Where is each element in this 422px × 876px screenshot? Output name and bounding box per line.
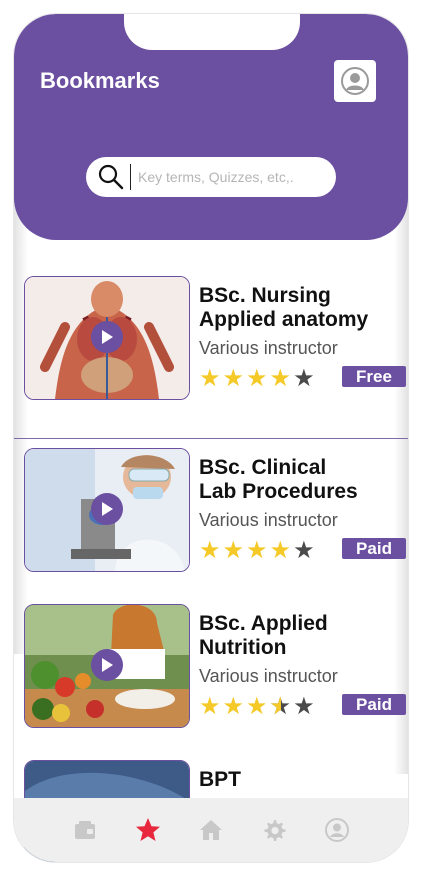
course-card[interactable]: BSc. Nursing Applied anatomy Various ins… <box>14 276 408 402</box>
device-notch <box>124 14 300 50</box>
course-title[interactable]: BSc. Nursing Applied anatomy <box>199 284 405 332</box>
course-instructor: Various instructor <box>199 510 338 530</box>
rating-stars: ★★★★★ <box>199 536 317 565</box>
rating-stars: ★★★★★ <box>199 364 317 393</box>
bookmark-list: BSc. Nursing Applied anatomy Various ins… <box>14 240 408 862</box>
star-filled-icon: ★ <box>199 693 223 720</box>
star-filled-icon: ★ <box>222 537 247 564</box>
price-badge: Free <box>342 366 406 387</box>
page-title: Bookmarks <box>40 68 160 93</box>
nav-settings[interactable] <box>260 816 288 844</box>
course-title[interactable]: BPT <box>199 768 405 792</box>
play-button[interactable] <box>91 493 123 525</box>
play-icon <box>102 658 113 672</box>
star-icon <box>136 818 161 841</box>
rating-stars: ★★★★★ <box>199 692 317 721</box>
course-instructor: Various instructor <box>199 666 338 686</box>
play-button[interactable] <box>91 321 123 353</box>
star-filled-icon: ★ <box>269 365 294 392</box>
star-filled-icon: ★ <box>246 693 270 720</box>
search-bar[interactable] <box>86 157 336 197</box>
search-cursor <box>130 164 131 190</box>
course-thumbnail[interactable] <box>24 604 190 728</box>
star-empty-icon: ★ <box>293 365 317 392</box>
star-empty-icon: ★ <box>293 537 317 564</box>
course-title-line: BSc. Clinical <box>199 456 327 479</box>
user-icon <box>324 818 349 842</box>
nav-wallet[interactable] <box>71 816 99 844</box>
course-title[interactable]: BSc. Clinical Lab Procedures <box>199 456 405 504</box>
header: Bookmarks <box>14 14 408 240</box>
star-filled-icon: ★ <box>222 693 247 720</box>
nav-bookmarks[interactable] <box>134 816 162 844</box>
course-thumbnail[interactable] <box>24 276 190 400</box>
course-title-line: Lab Procedures <box>199 480 358 503</box>
home-icon <box>199 820 222 840</box>
nav-profile[interactable] <box>323 816 351 844</box>
divider <box>14 438 408 439</box>
course-title[interactable]: BSc. Applied Nutrition <box>199 612 405 660</box>
star-filled-icon: ★ <box>199 537 223 564</box>
course-instructor: Various instructor <box>199 338 338 358</box>
star-filled-icon: ★ <box>222 365 247 392</box>
search-icon[interactable] <box>94 160 128 194</box>
course-title-line: BPT <box>199 768 241 791</box>
play-icon <box>102 502 113 516</box>
star-filled-icon: ★ <box>269 537 294 564</box>
course-title-line: Nutrition <box>199 636 287 659</box>
course-title-line: BSc. Nursing <box>199 284 331 307</box>
course-title-line: BSc. Applied <box>199 612 328 635</box>
star-filled-icon: ★ <box>246 537 270 564</box>
course-title-line: Applied anatomy <box>199 308 369 331</box>
user-avatar-icon <box>341 67 369 95</box>
star-filled-icon: ★ <box>246 365 270 392</box>
price-badge: Paid <box>342 538 406 559</box>
play-icon <box>102 330 113 344</box>
wallet-icon <box>75 821 96 839</box>
gear-icon <box>264 820 286 841</box>
phone-frame: Bookmarks Key terms, Quizzes, etc,. BSc.… <box>14 14 408 862</box>
course-card[interactable]: BSc. Clinical Lab Procedures Various ins… <box>14 448 408 574</box>
price-badge: Paid <box>342 694 406 715</box>
course-thumbnail[interactable] <box>24 448 190 572</box>
course-card[interactable]: BSc. Applied Nutrition Various instructo… <box>14 604 408 730</box>
profile-button[interactable] <box>334 60 376 102</box>
bottom-nav <box>14 798 408 862</box>
star-empty-icon: ★ <box>293 693 317 720</box>
nav-home[interactable] <box>197 816 225 844</box>
star-half-icon: ★ <box>270 692 294 721</box>
search-input[interactable] <box>136 168 330 186</box>
play-button[interactable] <box>91 649 123 681</box>
star-filled-icon: ★ <box>199 365 223 392</box>
